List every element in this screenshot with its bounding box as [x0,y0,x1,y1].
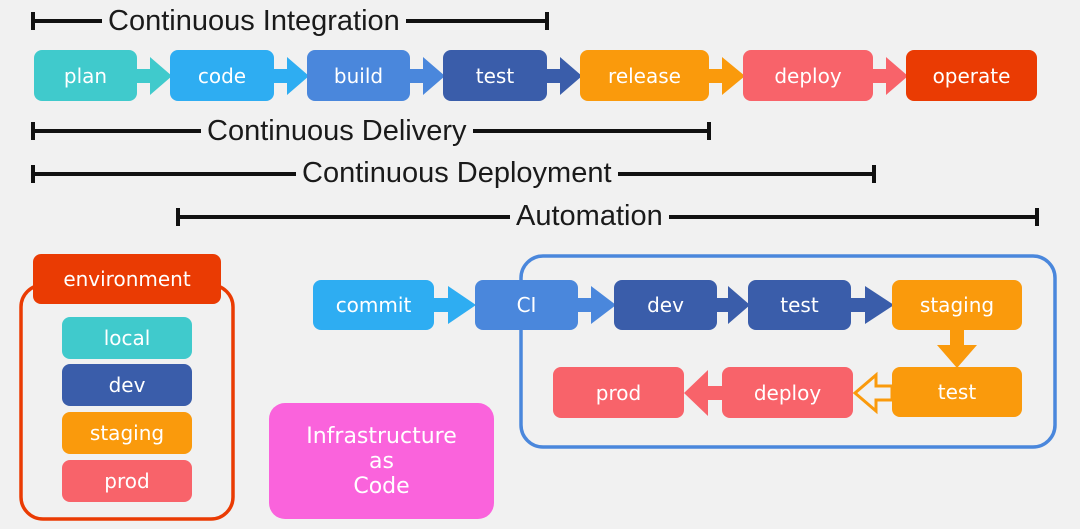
arrow-deploy-operate [873,57,908,95]
arrow-ci-dev [578,286,616,324]
pipeline-ci: CI [475,280,578,330]
arrow-build-test [410,57,445,95]
stage-build: build [307,50,410,101]
arrow-test-release [547,57,582,95]
arrow-commit-ci [434,286,476,324]
arrow-plan-code [137,57,172,95]
arrow-test-staging [851,286,894,324]
span-label: Continuous Integration [102,4,406,38]
pipeline-staging: staging [892,280,1022,330]
arrow-test-deploy-outline [852,371,894,415]
environment-item-prod: prod [62,460,192,502]
span-label: Automation [510,199,669,233]
stage-operate: operate [906,50,1037,101]
span-cap-right [707,122,711,140]
span-cap-right [872,165,876,183]
pipeline-prod: prod [553,367,684,418]
arrow-code-build [274,57,309,95]
pipeline-test: test [748,280,851,330]
span-label: Continuous Delivery [201,114,473,148]
infrastructure-as-code-box: Infrastructure as Code [269,403,494,519]
span-cap-right [1035,208,1039,226]
stage-release: release [580,50,709,101]
span-cap-right [545,12,549,30]
span-label: Continuous Deployment [296,156,618,190]
environment-item-dev: dev [62,364,192,406]
iac-line-3: Code [353,473,410,499]
environment-title: environment [33,254,221,304]
stage-code: code [170,50,274,101]
pipeline-staging-test: test [892,367,1022,417]
pipeline-commit: commit [313,280,434,330]
pipeline-deploy: deploy [722,367,853,418]
arrow-dev-test [717,286,750,324]
stage-deploy: deploy [743,50,873,101]
stage-plan: plan [34,50,137,101]
stage-test: test [443,50,547,101]
arrow-deploy-prod [684,370,724,416]
pipeline-dev: dev [614,280,717,330]
environment-item-local: local [62,317,192,359]
arrow-staging-test [937,330,977,368]
iac-line-2: as [369,448,394,474]
environment-item-staging: staging [62,412,192,454]
arrow-release-deploy [709,57,745,95]
iac-line-1: Infrastructure [306,423,457,449]
